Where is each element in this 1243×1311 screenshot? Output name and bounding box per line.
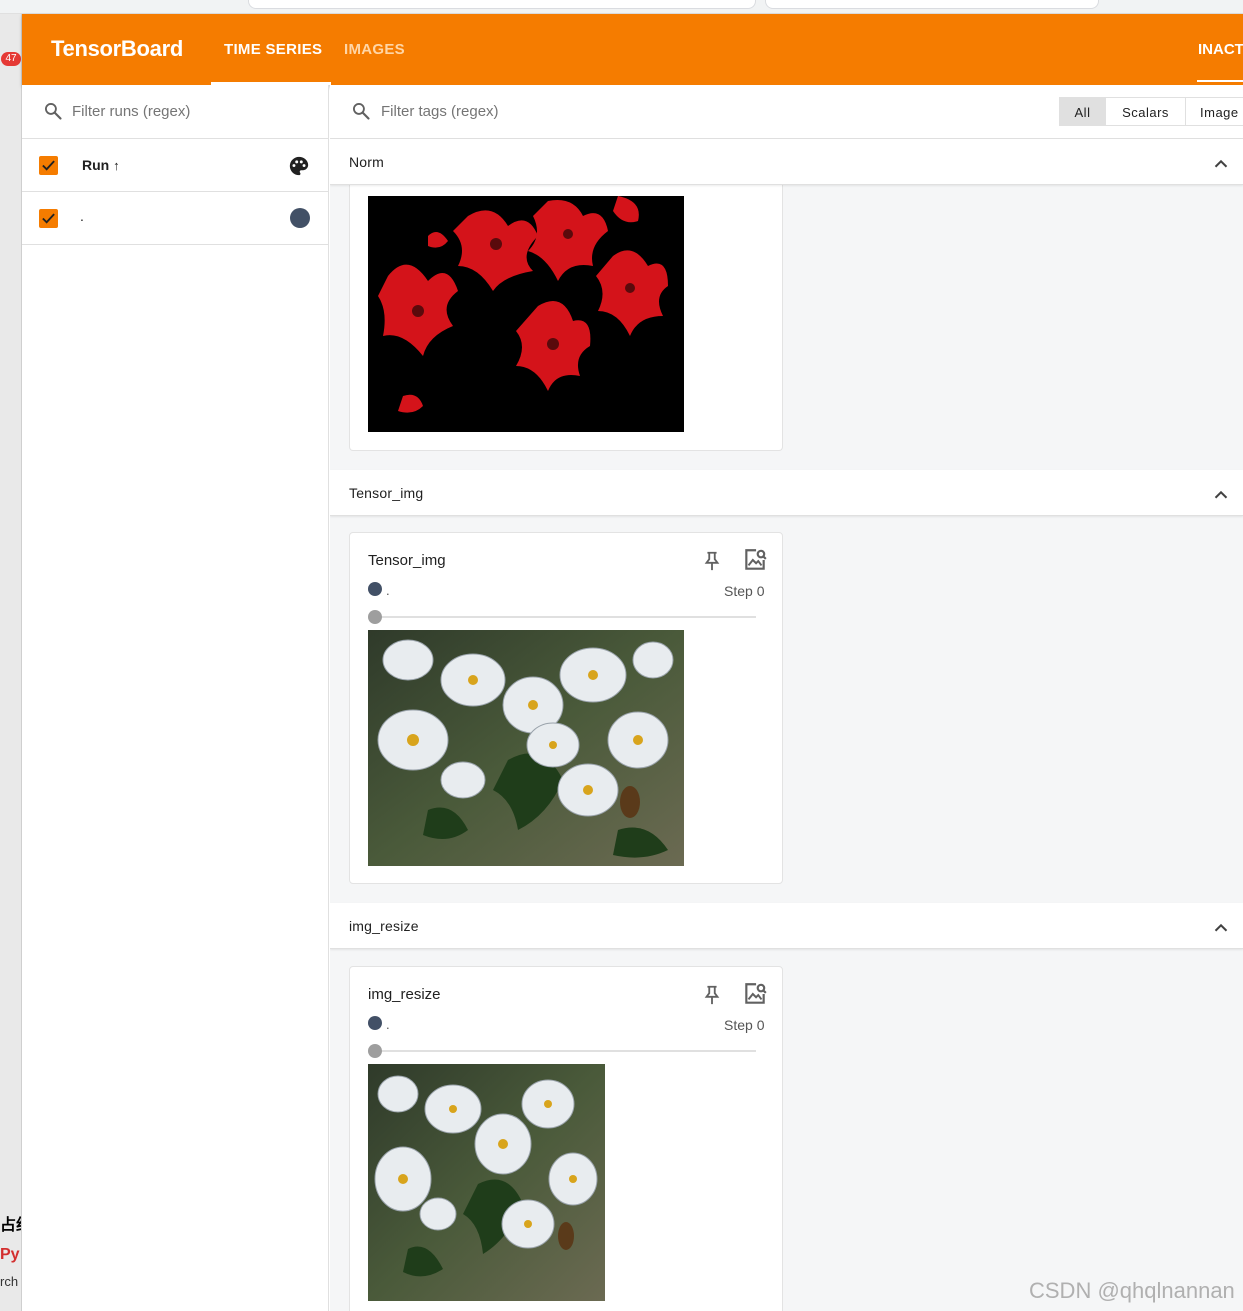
search-icon xyxy=(353,103,370,120)
address-bar[interactable] xyxy=(248,0,756,9)
step-slider[interactable] xyxy=(374,1050,756,1052)
run-column-header[interactable]: Run ↑ xyxy=(82,157,120,173)
palette-icon[interactable] xyxy=(288,155,310,177)
image-card-tensor-img: Tensor_img . Step 0 xyxy=(349,532,783,884)
run-filter[interactable]: Filter runs (regex) xyxy=(22,85,329,139)
run-color-swatch[interactable] xyxy=(290,208,310,228)
group-header-img-resize[interactable]: img_resize xyxy=(330,903,1243,949)
img-resize-image xyxy=(368,1064,605,1301)
run-label: . xyxy=(386,583,390,598)
select-all-checkbox[interactable] xyxy=(39,156,58,175)
main-content: Filter tags (regex) All Scalars Image No… xyxy=(330,85,1243,1311)
app-header: TensorBoard TIME SERIES IMAGES INACT xyxy=(22,14,1243,85)
background-text: Py xyxy=(0,1246,20,1263)
background-text: rch xyxy=(0,1274,19,1289)
tab-time-series[interactable]: TIME SERIES xyxy=(224,41,322,58)
toggle-image[interactable]: Image xyxy=(1185,97,1243,126)
browser-toolbar xyxy=(0,0,1243,14)
run-checkbox[interactable] xyxy=(39,209,58,228)
checkmark-icon xyxy=(42,213,55,224)
card-title: Tensor_img xyxy=(368,552,446,569)
checkmark-icon xyxy=(42,160,55,171)
tab-images[interactable]: IMAGES xyxy=(344,41,405,58)
step-slider-thumb[interactable] xyxy=(368,610,382,624)
inactive-plugins-underline xyxy=(1197,80,1243,82)
chevron-up-icon[interactable] xyxy=(1210,484,1232,506)
runs-header-row: Run ↑ xyxy=(22,139,329,192)
norm-image xyxy=(368,196,684,432)
notification-badge: 47 xyxy=(1,52,21,66)
tensor-img-image xyxy=(368,630,684,866)
image-card-norm xyxy=(349,167,783,451)
step-slider-thumb[interactable] xyxy=(368,1044,382,1058)
step-label: Step 0 xyxy=(724,583,765,599)
search-icon xyxy=(45,103,62,120)
runs-sidebar: Filter runs (regex) Run ↑ . xyxy=(22,85,329,1311)
background-text: 占约 xyxy=(0,1217,21,1234)
image-card-img-resize: img_resize . Step 0 xyxy=(349,966,783,1311)
tag-filter-bar: Filter tags (regex) All Scalars Image xyxy=(330,85,1243,139)
run-label: . xyxy=(386,1017,390,1032)
toggle-scalars[interactable]: Scalars xyxy=(1105,97,1186,126)
browser-search-bar[interactable] xyxy=(765,0,1099,9)
step-slider[interactable] xyxy=(374,616,756,618)
sort-arrow-icon: ↑ xyxy=(113,158,120,173)
group-header-tensor-img[interactable]: Tensor_img xyxy=(330,470,1243,516)
chevron-up-icon[interactable] xyxy=(1210,917,1232,939)
tag-filter-input[interactable]: Filter tags (regex) xyxy=(381,103,499,120)
group-title: Tensor_img xyxy=(349,485,424,501)
toggle-all[interactable]: All xyxy=(1059,97,1106,126)
run-color-dot xyxy=(368,1016,382,1030)
run-column-label: Run xyxy=(82,157,110,173)
watermark: CSDN @qhqlnannan xyxy=(1029,1278,1235,1303)
run-name: . xyxy=(80,208,84,224)
fit-to-card-icon[interactable] xyxy=(742,981,768,1007)
run-filter-input[interactable]: Filter runs (regex) xyxy=(72,103,190,120)
fit-to-card-icon[interactable] xyxy=(742,547,768,573)
group-title: Norm xyxy=(349,154,385,170)
group-header-norm[interactable]: Norm xyxy=(330,139,1243,185)
card-title: img_resize xyxy=(368,986,441,1003)
group-title: img_resize xyxy=(349,918,419,934)
run-color-dot xyxy=(368,582,382,596)
brand-logo[interactable]: TensorBoard xyxy=(51,36,183,62)
pin-icon[interactable] xyxy=(701,549,723,573)
background-window-strip: 47 占约 Py rch xyxy=(0,14,22,1311)
chevron-up-icon[interactable] xyxy=(1210,153,1232,175)
step-label: Step 0 xyxy=(724,1017,765,1033)
pin-icon[interactable] xyxy=(701,983,723,1007)
run-row[interactable]: . xyxy=(22,192,329,245)
inactive-plugins-dropdown[interactable]: INACT xyxy=(1198,41,1243,58)
